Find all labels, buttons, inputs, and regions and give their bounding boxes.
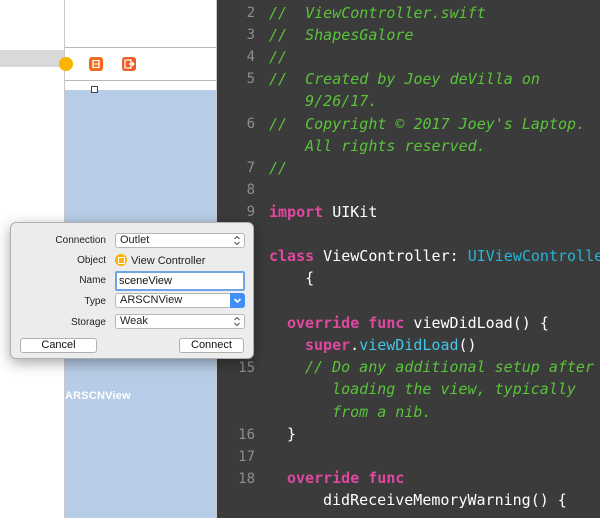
type-label: Type <box>84 296 106 307</box>
type-combobox[interactable]: ARSCNView <box>115 293 245 308</box>
chevron-down-icon[interactable] <box>230 293 245 308</box>
code-viewdidload-line: override func viewDidLoad() { <box>287 314 549 332</box>
resize-handle[interactable] <box>91 86 98 93</box>
keyword-class: class <box>269 247 315 265</box>
class-name: ViewController: <box>314 247 468 265</box>
method-signature: didReceiveMemoryWarning() { <box>323 491 567 509</box>
line-number: 18 <box>238 471 255 487</box>
code-brace: { <box>269 269 315 287</box>
connection-popup[interactable]: Outlet <box>115 233 245 248</box>
code-comment: 9/26/17. <box>269 92 378 110</box>
superclass-name: UIViewControlle <box>467 247 600 265</box>
code-super-line: super.viewDidLoad() <box>305 336 477 354</box>
code-comment: from a nib. <box>305 403 432 421</box>
line-number: 5 <box>246 71 255 87</box>
line-number: 4 <box>246 49 255 65</box>
line-number: 16 <box>238 427 255 443</box>
name-label: Name <box>79 275 106 286</box>
cancel-button[interactable]: Cancel <box>20 338 97 353</box>
view-controller-icon <box>115 254 127 266</box>
code-comment: // Created by Joey deVilla on <box>269 70 540 88</box>
code-comment: // <box>269 48 288 66</box>
module-name: UIKit <box>323 203 378 221</box>
line-number: 15 <box>238 360 255 376</box>
code-comment: loading the view, typically <box>305 380 576 398</box>
exit-icon[interactable] <box>122 57 136 71</box>
keyword-override-func: override func <box>287 469 405 487</box>
dot: . <box>350 336 360 354</box>
scene-dock <box>59 47 216 81</box>
keyword-override-func: override func <box>287 314 405 332</box>
popup-arrows-icon <box>234 235 240 246</box>
name-field[interactable]: sceneView <box>115 271 245 291</box>
connect-button[interactable]: Connect <box>179 338 244 353</box>
code-comment: // <box>269 159 288 177</box>
line-number: 7 <box>246 160 255 176</box>
storage-value: Weak <box>120 315 148 327</box>
popup-arrows-icon <box>234 316 240 327</box>
code-comment: // ViewController.swift <box>269 4 486 22</box>
code-brace: } <box>287 425 297 443</box>
code-editor[interactable]: 2 3 4 5 6 7 8 9 10 11 12 13 14 15 16 17 … <box>217 0 600 518</box>
code-class-line: class ViewController: UIViewControlle <box>269 247 600 265</box>
line-number: 3 <box>246 27 255 43</box>
outlet-connection-popover: Connection Outlet Object View Controller… <box>10 222 254 359</box>
code-import-line: import UIKit <box>269 203 377 221</box>
method-call: viewDidLoad <box>359 336 459 354</box>
connection-value: Outlet <box>120 234 150 246</box>
keyword-super: super <box>305 336 351 354</box>
object-value-text: View Controller <box>131 255 206 267</box>
view-controller-icon[interactable] <box>59 57 73 71</box>
keyword-import: import <box>269 203 324 221</box>
object-label: Object <box>77 255 106 266</box>
code-comment: // Do any additional setup after <box>305 358 594 376</box>
type-value: ARSCNView <box>120 294 183 306</box>
object-value: View Controller <box>115 254 205 267</box>
connection-label: Connection <box>55 235 106 246</box>
storage-label: Storage <box>70 317 106 328</box>
arscnview-label: ARSCNView <box>65 390 131 402</box>
method-signature: viewDidLoad() { <box>404 314 549 332</box>
line-number: 17 <box>238 449 255 465</box>
line-number: 8 <box>246 182 255 198</box>
code-comment: All rights reserved. <box>269 137 486 155</box>
code-comment: // Copyright © 2017 Joey's Laptop. <box>269 115 586 133</box>
canvas-selection-strip <box>0 50 65 67</box>
storage-popup[interactable]: Weak <box>115 314 245 329</box>
line-number: 2 <box>246 5 255 21</box>
first-responder-icon[interactable] <box>89 57 103 71</box>
call-parens: () <box>458 336 477 354</box>
line-number: 9 <box>246 204 255 220</box>
code-comment: // ShapesGalore <box>269 26 414 44</box>
line-number: 6 <box>246 116 255 132</box>
